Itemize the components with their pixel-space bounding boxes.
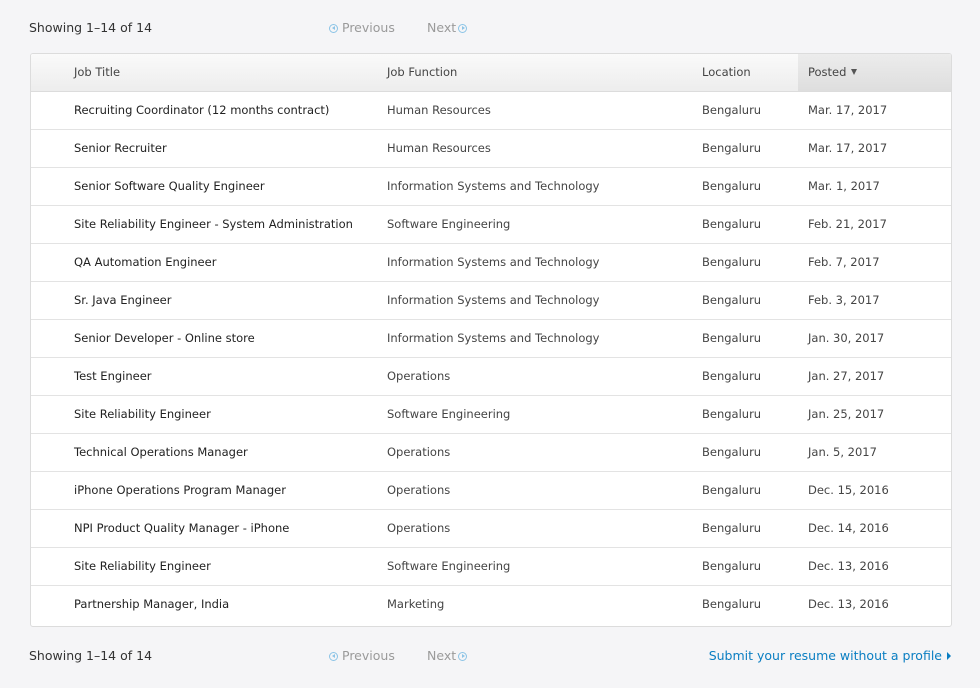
location-cell: Bengaluru [702, 559, 762, 573]
next-label: Next [427, 648, 457, 663]
table-row[interactable]: Site Reliability Engineer - System Admin… [31, 206, 951, 244]
header-location[interactable]: Location [702, 54, 751, 91]
chevron-right-circle-icon [458, 23, 468, 33]
table-row[interactable]: iPhone Operations Program Manager Operati… [31, 472, 951, 510]
job-results-table: Job Title Job Function Location Posted R… [30, 53, 952, 627]
top-pager: Showing 1–14 of 14 Previous Next [29, 18, 951, 38]
location-cell: Bengaluru [702, 483, 762, 497]
table-row[interactable]: Site Reliability Engineer Software Engine… [31, 396, 951, 434]
location-cell: Bengaluru [702, 255, 762, 269]
location-cell: Bengaluru [702, 369, 762, 383]
previous-button-bottom[interactable]: Previous [329, 646, 395, 666]
sort-descending-icon [851, 69, 858, 75]
job-title-link[interactable]: Senior Software Quality Engineer [74, 168, 265, 205]
posted-date-cell: Jan. 5, 2017 [808, 445, 877, 459]
posted-date-cell: Mar. 17, 2017 [808, 141, 888, 155]
posted-date-cell: Feb. 21, 2017 [808, 217, 887, 231]
posted-date-cell: Mar. 1, 2017 [808, 179, 880, 193]
job-function-cell: Software Engineering [387, 407, 511, 421]
table-row[interactable]: Site Reliability Engineer Software Engine… [31, 548, 951, 586]
table-row[interactable]: Test Engineer Operations Bengaluru Jan. 27,… [31, 358, 951, 396]
posted-date-cell: Jan. 30, 2017 [808, 331, 885, 345]
submit-resume-label: Submit your resume without a profile [708, 648, 942, 663]
location-cell: Bengaluru [702, 141, 762, 155]
posted-date-cell: Feb. 7, 2017 [808, 255, 880, 269]
previous-label: Previous [342, 20, 395, 35]
job-title-link[interactable]: Site Reliability Engineer [74, 548, 211, 585]
chevron-left-circle-icon [329, 651, 338, 661]
posted-date-cell: Dec. 14, 2016 [808, 521, 889, 535]
location-cell: Bengaluru [702, 597, 762, 611]
previous-button[interactable]: Previous [329, 18, 395, 38]
previous-label: Previous [342, 648, 395, 663]
job-function-cell: Operations [387, 521, 451, 535]
next-button-bottom[interactable]: Next [427, 646, 468, 666]
table-body: Recruiting Coordinator (12 months contra… [31, 92, 951, 623]
job-title-link[interactable]: NPI Product Quality Manager - iPhone [74, 510, 289, 547]
table-row[interactable]: QA Automation Engineer Information System… [31, 244, 951, 282]
posted-date-cell: Dec. 13, 2016 [808, 559, 889, 573]
table-row[interactable]: Senior Recruiter Human Resources Bengaluru… [31, 130, 951, 168]
posted-date-cell: Dec. 13, 2016 [808, 597, 889, 611]
posted-date-cell: Feb. 3, 2017 [808, 293, 880, 307]
job-function-cell: Human Resources [387, 141, 491, 155]
submit-resume-link[interactable]: Submit your resume without a profile [709, 646, 951, 666]
job-function-cell: Operations [387, 483, 451, 497]
job-title-link[interactable]: iPhone Operations Program Manager [74, 472, 286, 509]
posted-date-cell: Jan. 27, 2017 [808, 369, 885, 383]
location-cell: Bengaluru [702, 521, 762, 535]
job-function-cell: Information Systems and Technology [387, 179, 600, 193]
job-title-link[interactable]: QA Automation Engineer [74, 244, 216, 281]
posted-date-cell: Jan. 25, 2017 [808, 407, 885, 421]
location-cell: Bengaluru [702, 217, 762, 231]
job-title-link[interactable]: Senior Developer - Online store [74, 320, 255, 357]
job-function-cell: Software Engineering [387, 559, 511, 573]
job-title-link[interactable]: Site Reliability Engineer - System Admin… [74, 206, 353, 243]
location-cell: Bengaluru [702, 293, 762, 307]
header-posted-label: Posted [808, 65, 847, 79]
job-function-cell: Information Systems and Technology [387, 331, 600, 345]
table-row[interactable]: Recruiting Coordinator (12 months contra… [31, 92, 951, 130]
header-job-function[interactable]: Job Function [387, 54, 457, 91]
job-function-cell: Software Engineering [387, 217, 511, 231]
location-cell: Bengaluru [702, 407, 762, 421]
table-row[interactable]: Technical Operations Manager Operations Be… [31, 434, 951, 472]
header-job-title[interactable]: Job Title [74, 54, 120, 91]
location-cell: Bengaluru [702, 179, 762, 193]
job-title-link[interactable]: Technical Operations Manager [74, 434, 248, 471]
posted-date-cell: Mar. 17, 2017 [808, 103, 888, 117]
job-function-cell: Operations [387, 445, 451, 459]
location-cell: Bengaluru [702, 331, 762, 345]
job-title-link[interactable]: Test Engineer [74, 358, 152, 395]
table-row[interactable]: Senior Software Quality Engineer Informat… [31, 168, 951, 206]
job-function-cell: Human Resources [387, 103, 491, 117]
table-row[interactable]: NPI Product Quality Manager - iPhone Oper… [31, 510, 951, 548]
bottom-pager: Showing 1–14 of 14 Previous Next Submit … [29, 646, 951, 666]
chevron-right-icon [947, 652, 951, 660]
job-title-link[interactable]: Partnership Manager, India [74, 586, 229, 623]
job-function-cell: Marketing [387, 597, 445, 611]
job-function-cell: Information Systems and Technology [387, 255, 600, 269]
table-row[interactable]: Senior Developer - Online store Informati… [31, 320, 951, 358]
next-button[interactable]: Next [427, 18, 468, 38]
job-title-link[interactable]: Site Reliability Engineer [74, 396, 211, 433]
job-function-cell: Operations [387, 369, 451, 383]
table-row[interactable]: Sr. Java Engineer Information Systems and… [31, 282, 951, 320]
table-row[interactable]: Partnership Manager, India Marketing Benga… [31, 586, 951, 623]
job-title-link[interactable]: Senior Recruiter [74, 130, 167, 167]
chevron-left-circle-icon [329, 23, 338, 33]
job-title-link[interactable]: Recruiting Coordinator (12 months contra… [74, 92, 329, 129]
next-label: Next [427, 20, 457, 35]
job-title-link[interactable]: Sr. Java Engineer [74, 282, 171, 319]
location-cell: Bengaluru [702, 103, 762, 117]
posted-date-cell: Dec. 15, 2016 [808, 483, 889, 497]
results-count: Showing 1–14 of 14 [29, 20, 153, 35]
job-function-cell: Information Systems and Technology [387, 293, 600, 307]
table-header: Job Title Job Function Location Posted [31, 54, 951, 92]
results-count-bottom: Showing 1–14 of 14 [29, 648, 153, 663]
chevron-right-circle-icon [458, 651, 468, 661]
location-cell: Bengaluru [702, 445, 762, 459]
header-posted[interactable]: Posted [798, 54, 951, 91]
